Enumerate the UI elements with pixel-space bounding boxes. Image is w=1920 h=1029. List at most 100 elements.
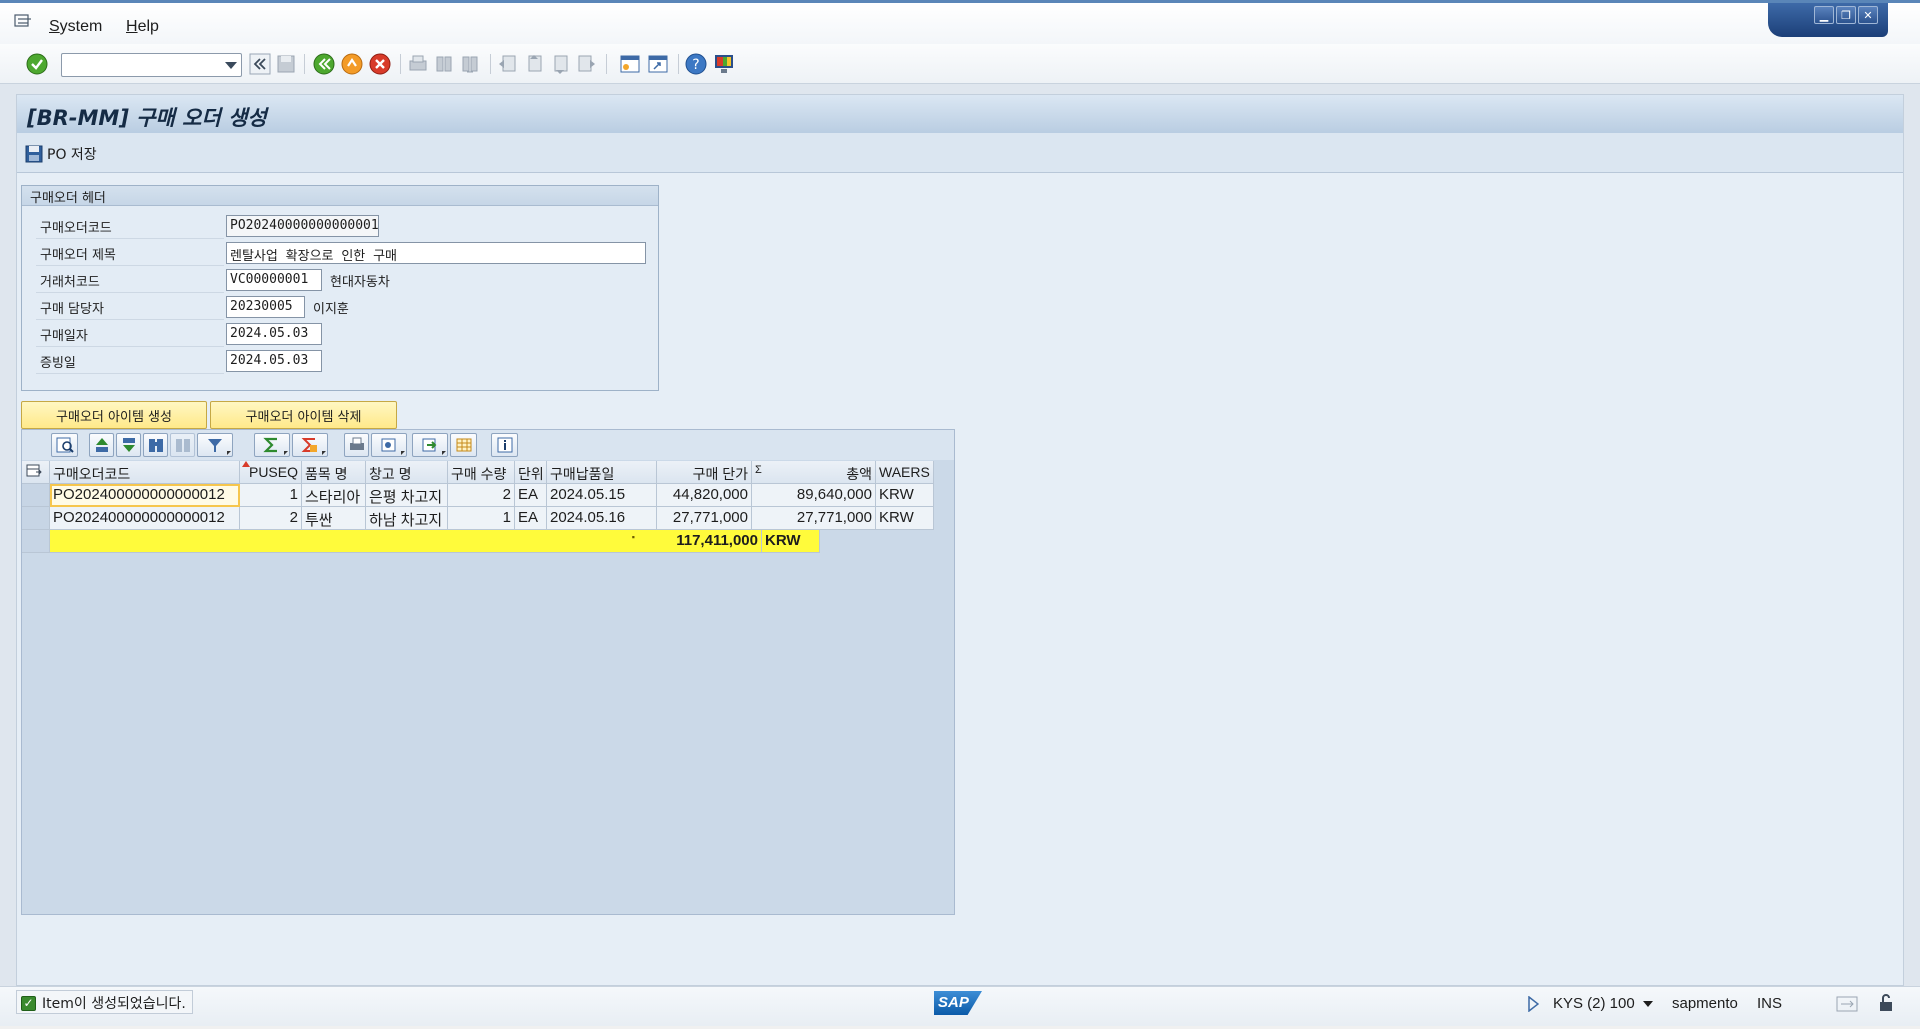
find-next-icon[interactable] <box>458 52 482 76</box>
purchase-date-field[interactable]: 2024.05.03 <box>226 323 322 345</box>
table-row[interactable]: PO202400000000000012 2 투싼 하남 차고지 1 EA 20… <box>22 507 934 530</box>
column-header-unit-price[interactable]: 구매 단가 <box>657 461 752 484</box>
filter-icon[interactable] <box>197 433 233 457</box>
views-icon[interactable] <box>371 433 407 457</box>
sum-icon[interactable] <box>254 433 290 457</box>
cell-po-code[interactable]: PO202400000000000012 <box>50 484 240 507</box>
cell-quantity[interactable]: 2 <box>448 484 515 507</box>
last-page-icon[interactable] <box>574 52 598 76</box>
find-icon[interactable] <box>432 52 456 76</box>
cell-warehouse[interactable]: 하남 차고지 <box>366 507 448 530</box>
user-name: sapmento <box>1672 995 1738 1012</box>
po-items-grid: 구매오더코드 PUSEQ 품목 명 창고 명 구매 수량 단위 구매납품일 구매… <box>21 429 955 915</box>
column-header-item-name[interactable]: 품목 명 <box>302 461 366 484</box>
column-header-unit[interactable]: 단위 <box>515 461 547 484</box>
back-icon[interactable] <box>312 52 336 76</box>
insert-mode[interactable]: INS <box>1757 995 1782 1012</box>
cell-waers[interactable]: KRW <box>876 484 934 507</box>
column-header-po-code[interactable]: 구매오더코드 <box>50 461 240 484</box>
vendor-code-field[interactable]: VC00000001 <box>226 269 322 291</box>
lock-icon[interactable] <box>1876 993 1896 1013</box>
command-field[interactable] <box>61 53 242 77</box>
customize-layout-icon[interactable] <box>712 52 736 76</box>
row-selector[interactable] <box>22 484 50 507</box>
status-message[interactable]: ✓ Item이 생성되었습니다. <box>16 990 193 1014</box>
save-icon <box>25 145 43 163</box>
new-session-icon[interactable] <box>618 52 642 76</box>
menu-help[interactable]: Help <box>126 18 159 36</box>
subtotal-icon[interactable] <box>292 433 328 457</box>
cell-warehouse[interactable]: 은평 차고지 <box>366 484 448 507</box>
details-icon[interactable] <box>51 433 78 457</box>
enter-check-icon[interactable] <box>25 52 49 76</box>
print-icon[interactable] <box>344 433 369 457</box>
total-amount: 117,411,000 <box>676 532 758 549</box>
document-date-field[interactable]: 2024.05.03 <box>226 350 322 372</box>
sort-ascending-icon[interactable] <box>89 433 114 457</box>
po-code-field[interactable]: PO202400000000000012 <box>226 215 379 237</box>
cancel-icon[interactable] <box>368 52 392 76</box>
find-next-icon[interactable] <box>170 433 195 457</box>
cell-waers[interactable]: KRW <box>876 507 934 530</box>
cell-total[interactable]: 89,640,000 <box>752 484 876 507</box>
total-row[interactable]: ▪ 117,411,000 KRW <box>22 530 820 553</box>
row-selector[interactable] <box>22 507 50 530</box>
row-selector[interactable] <box>22 530 50 553</box>
close-icon[interactable]: ✕ <box>1858 6 1878 24</box>
print-icon[interactable] <box>406 52 430 76</box>
chevron-down-icon <box>1642 1001 1653 1008</box>
exit-icon[interactable] <box>340 52 364 76</box>
buyer-field[interactable]: 20230005 <box>226 296 305 318</box>
menu-system[interactable]: System <box>49 18 102 36</box>
cell-po-code[interactable]: PO202400000000000012 <box>50 507 240 530</box>
column-header-quantity[interactable]: 구매 수량 <box>448 461 515 484</box>
system-info[interactable]: KYS (2) 100 <box>1553 995 1653 1012</box>
column-header-delivery-date[interactable]: 구매납품일 <box>547 461 657 484</box>
purchase-date-label: 구매일자 <box>36 322 224 347</box>
cell-puseq[interactable]: 2 <box>240 507 302 530</box>
field-row-buyer: 구매 담당자 20230005 이지훈 <box>36 295 656 320</box>
save-icon[interactable] <box>274 52 298 76</box>
create-item-button[interactable]: 구매오더 아이템 생성 <box>21 401 207 429</box>
cell-unit-price[interactable]: 44,820,000 <box>657 484 752 507</box>
cell-item-name[interactable]: 스타리아 <box>302 484 366 507</box>
layout-toggle-icon[interactable] <box>1836 995 1858 1013</box>
play-icon[interactable] <box>1527 996 1539 1012</box>
info-icon[interactable] <box>491 433 518 457</box>
find-icon[interactable] <box>143 433 168 457</box>
next-page-icon[interactable] <box>548 52 572 76</box>
save-po-button[interactable]: PO 저장 <box>25 142 97 166</box>
cell-quantity[interactable]: 1 <box>448 507 515 530</box>
change-layout-icon[interactable] <box>450 433 477 457</box>
column-header-puseq[interactable]: PUSEQ <box>240 461 302 484</box>
cell-item-name[interactable]: 투싼 <box>302 507 366 530</box>
column-header-total[interactable]: Σ 총액 <box>752 461 876 484</box>
minimize-icon[interactable]: ▁ <box>1814 6 1834 24</box>
chevron-down-icon[interactable] <box>225 62 237 69</box>
help-icon[interactable]: ? <box>684 52 708 76</box>
history-back-icon[interactable] <box>248 52 272 76</box>
menu-icon[interactable] <box>14 14 32 30</box>
po-title-field[interactable]: 렌탈사업 확장으로 인한 구매 <box>226 242 646 264</box>
export-icon[interactable] <box>412 433 448 457</box>
po-header-group: 구매오더 헤더 구매오더코드 PO202400000000000012 구매오더… <box>21 185 659 391</box>
first-page-icon[interactable] <box>496 52 520 76</box>
cell-delivery-date[interactable]: 2024.05.16 <box>547 507 657 530</box>
cell-unit[interactable]: EA <box>515 484 547 507</box>
table-row[interactable]: PO202400000000000012 1 스타리아 은평 차고지 2 EA … <box>22 484 934 507</box>
previous-page-icon[interactable] <box>522 52 546 76</box>
cell-unit-price[interactable]: 27,771,000 <box>657 507 752 530</box>
cell-puseq[interactable]: 1 <box>240 484 302 507</box>
cell-unit[interactable]: EA <box>515 507 547 530</box>
column-header-warehouse[interactable]: 창고 명 <box>366 461 448 484</box>
delete-item-button[interactable]: 구매오더 아이템 삭제 <box>210 401 397 429</box>
column-header-waers[interactable]: WAERS <box>876 461 934 484</box>
cell-total[interactable]: 27,771,000 <box>752 507 876 530</box>
command-input[interactable] <box>62 54 217 74</box>
shortcut-icon[interactable] <box>646 52 670 76</box>
select-all-icon[interactable] <box>22 461 50 484</box>
cell-delivery-date[interactable]: 2024.05.15 <box>547 484 657 507</box>
sort-descending-icon[interactable] <box>116 433 141 457</box>
save-po-label: PO 저장 <box>47 147 97 163</box>
restore-icon[interactable]: ❐ <box>1836 6 1856 24</box>
